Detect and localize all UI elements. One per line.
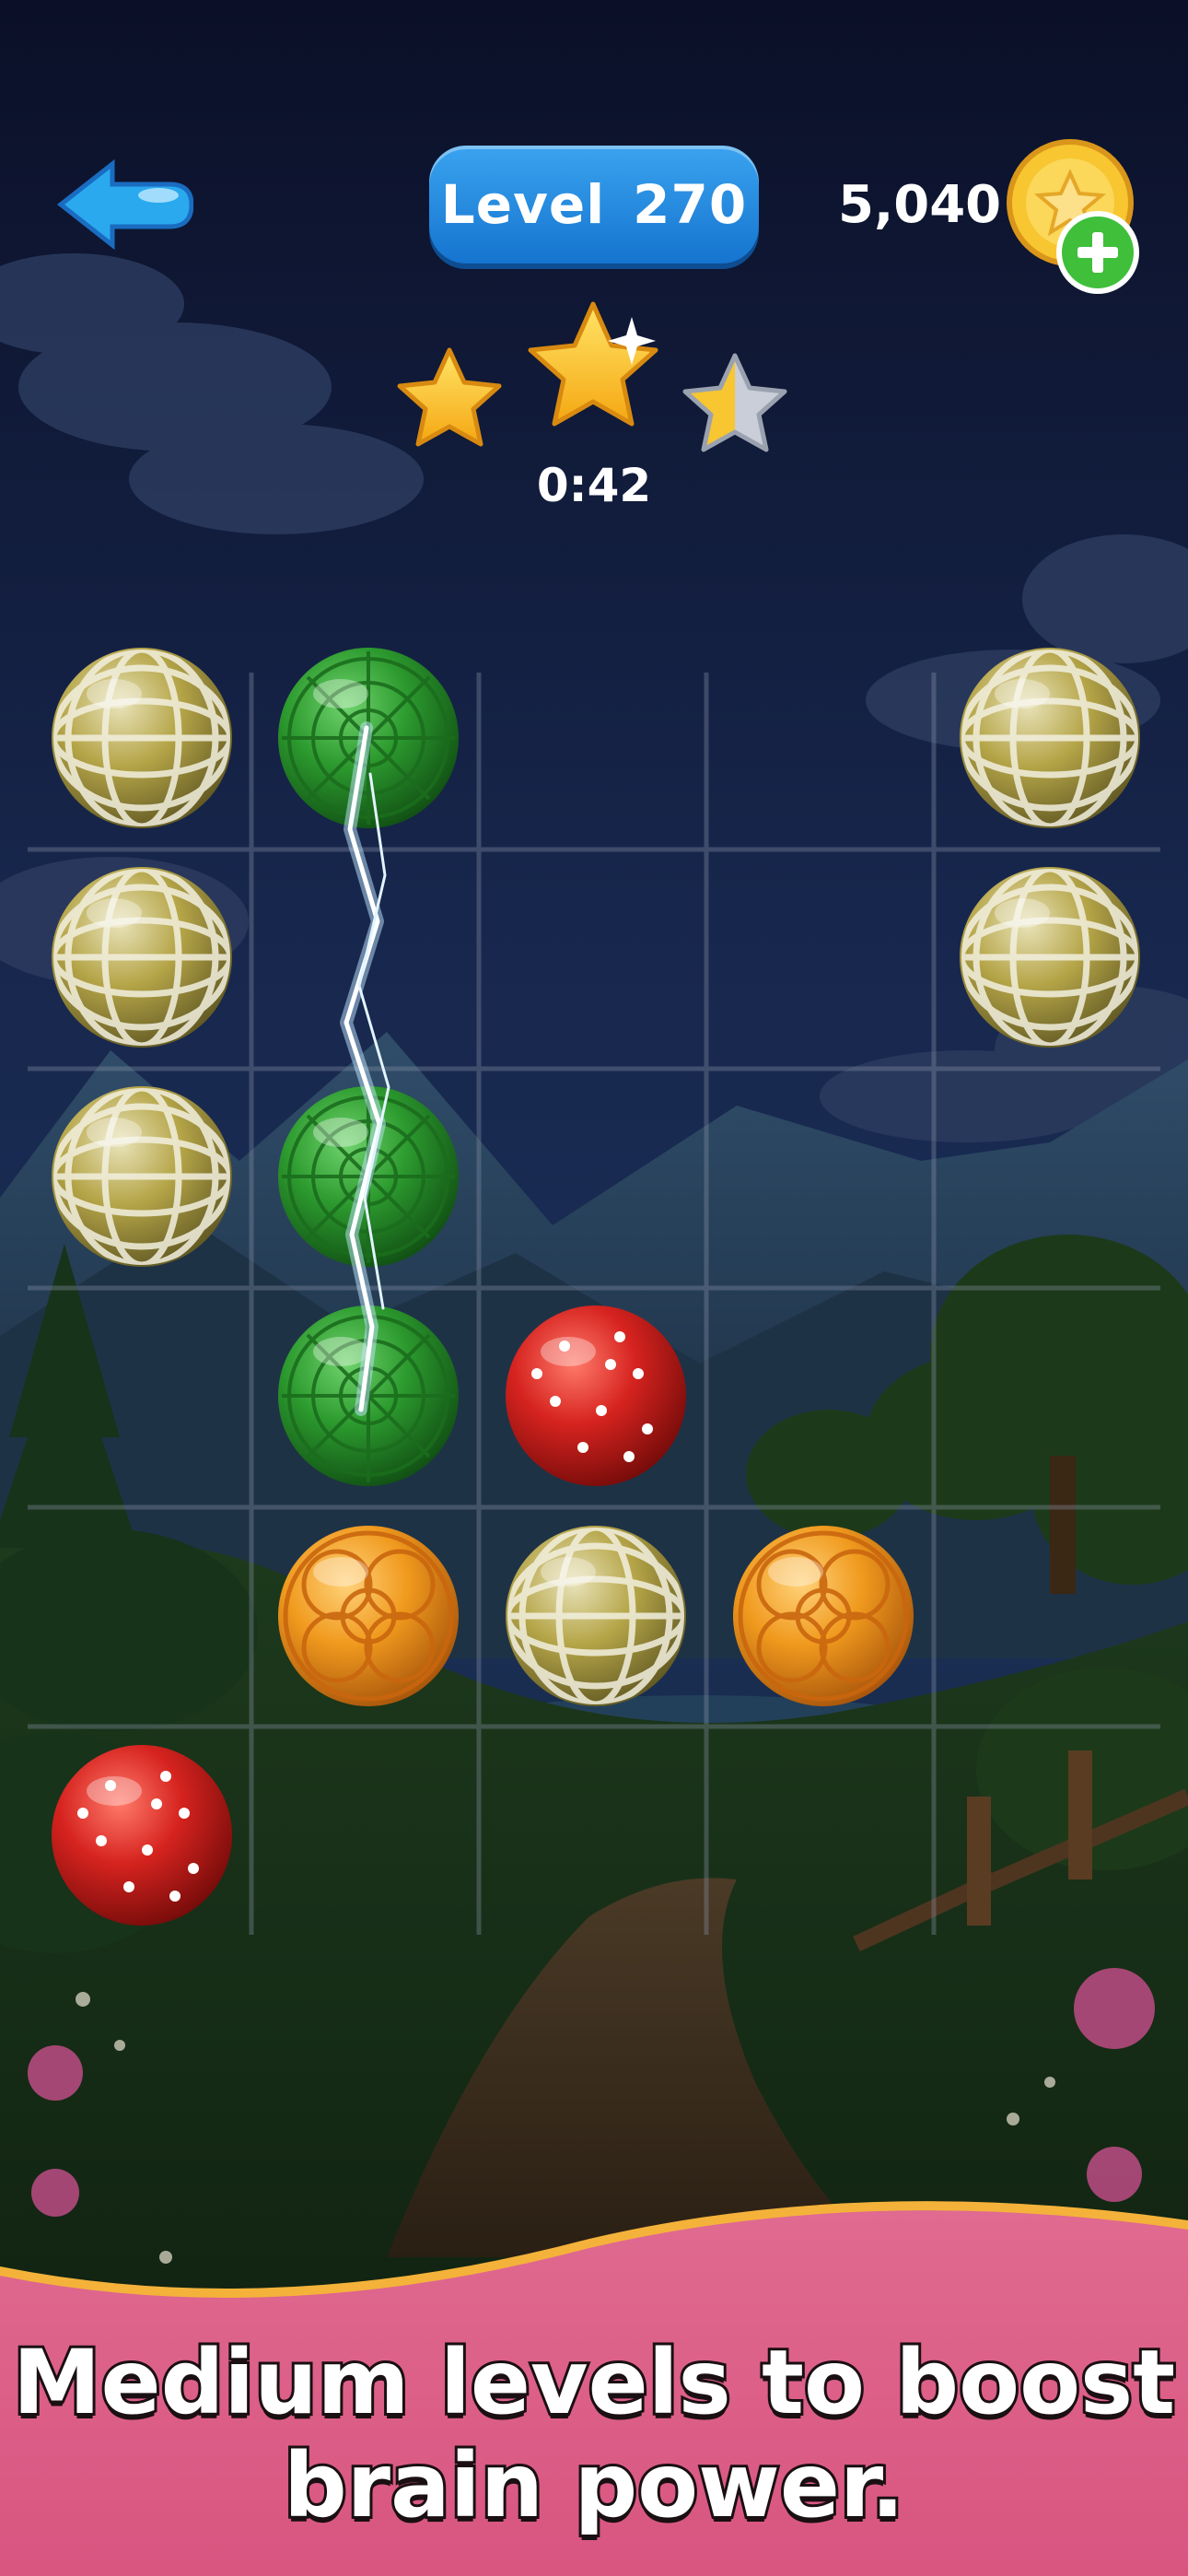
back-arrow-icon bbox=[56, 158, 194, 251]
level-indicator: Level 270 bbox=[429, 146, 759, 263]
back-button[interactable] bbox=[56, 158, 194, 251]
coin-icon bbox=[1007, 139, 1139, 294]
orange-ball[interactable] bbox=[273, 1520, 464, 1712]
star-icon-1 bbox=[397, 347, 502, 447]
red-ball[interactable] bbox=[500, 1300, 692, 1492]
promo-line-2: brain power. bbox=[281, 2431, 907, 2540]
level-number: 270 bbox=[633, 173, 748, 236]
gold-white-ball[interactable] bbox=[46, 861, 238, 1053]
gold-white-ball[interactable] bbox=[46, 642, 238, 834]
orange-ball[interactable] bbox=[728, 1520, 919, 1712]
promo-line-1: Medium levels to boost bbox=[10, 2328, 1178, 2437]
gold-white-ball[interactable] bbox=[954, 642, 1146, 834]
add-coins-button[interactable] bbox=[1002, 138, 1177, 295]
red-ball[interactable] bbox=[46, 1739, 238, 1931]
star-icon-2 bbox=[528, 301, 658, 427]
gold-white-ball[interactable] bbox=[46, 1081, 238, 1272]
coin-balance: 5,040 bbox=[838, 175, 1002, 235]
star-icon-3-half bbox=[682, 353, 787, 452]
green-ball[interactable] bbox=[273, 1081, 464, 1272]
green-ball[interactable] bbox=[273, 642, 464, 834]
plus-icon bbox=[1056, 211, 1139, 294]
gold-white-ball[interactable] bbox=[954, 861, 1146, 1053]
green-ball[interactable] bbox=[273, 1300, 464, 1492]
timer: 0:42 bbox=[536, 459, 652, 512]
level-label: Level bbox=[440, 173, 606, 236]
promo-text: Medium levels to boost brain power. bbox=[0, 2328, 1188, 2540]
star-rating bbox=[397, 301, 787, 452]
gold-white-ball[interactable] bbox=[500, 1520, 692, 1712]
